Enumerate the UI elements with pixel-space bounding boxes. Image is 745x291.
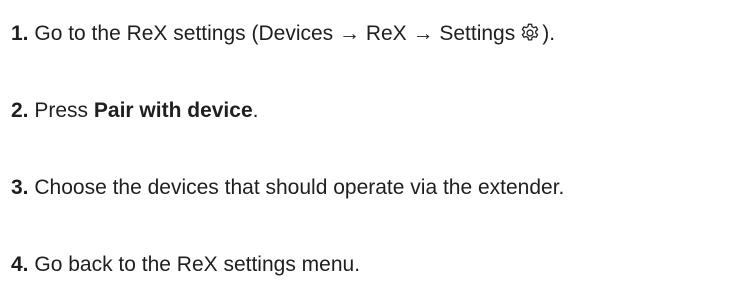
step-number: 1.	[11, 22, 29, 45]
gear-icon	[519, 22, 541, 44]
step-text-end: .	[252, 99, 259, 122]
step-4: 4. Go back to the ReX settings menu.	[11, 252, 360, 278]
step-number: 3.	[11, 176, 29, 199]
step-text: Go to the ReX settings (Devices → ReX → …	[34, 22, 516, 45]
step-number: 2.	[11, 99, 29, 122]
step-3: 3. Choose the devices that should operat…	[11, 175, 564, 201]
step-text: Go back to the ReX settings menu.	[34, 253, 361, 276]
step-text: Choose the devices that should operate v…	[34, 176, 565, 199]
instruction-steps: 1. Go to the ReX settings (Devices → ReX…	[0, 0, 745, 291]
step-2: 2. Press Pair with device.	[11, 98, 258, 124]
step-1: 1. Go to the ReX settings (Devices → ReX…	[11, 21, 555, 47]
step-text: Press	[34, 99, 89, 122]
step-text-end: ).	[542, 22, 556, 45]
step-number: 4.	[11, 253, 29, 276]
pair-with-device-label: Pair with device	[93, 99, 253, 122]
